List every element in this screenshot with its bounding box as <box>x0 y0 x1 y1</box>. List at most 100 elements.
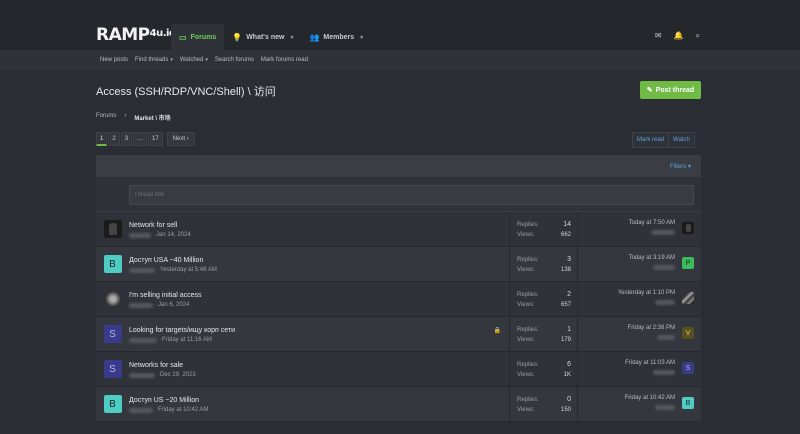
thread-main-cell: Looking for targets/ищу корп сети · Frida… <box>129 317 509 351</box>
page-3[interactable]: 3 <box>120 132 133 146</box>
post-thread-button[interactable]: ✎ Post thread <box>640 81 701 99</box>
bell-icon[interactable]: 🔔 <box>674 31 684 41</box>
last-post-date[interactable]: Friday at 10:42 AM <box>578 395 675 401</box>
avatar[interactable] <box>103 220 122 238</box>
thread-start-date[interactable]: Jan 6, 2024 <box>158 302 189 308</box>
thread-title[interactable]: Доступ USA ~40 Million <box>129 257 509 264</box>
thread-row[interactable]: Network for sell · Jan 14, 2024 Replies: 14… <box>96 212 701 247</box>
thread-title-input[interactable] <box>129 185 694 205</box>
thread-list-actions: Mark read Watch <box>632 132 695 148</box>
subnav-item-new-posts[interactable]: New posts <box>100 57 128 63</box>
thread-row[interactable]: S Looking for targets/ищу корп сети · Frid… <box>96 317 701 352</box>
views-count: 138 <box>560 267 571 273</box>
page-ellipsis: … <box>133 132 148 146</box>
thread-main-cell: Networks for sale · Dec 29, 2023 <box>129 352 509 386</box>
views-stat: Views: 150 <box>517 405 571 415</box>
subnav-item-find-threads[interactable]: Find threads ▾ <box>135 57 173 63</box>
nav-tab-members[interactable]: 👥 Members ▾ <box>301 24 371 50</box>
views-stat: Views: 657 <box>517 300 571 310</box>
chevron-down-icon[interactable]: ▾ <box>360 34 363 41</box>
breadcrumb-market[interactable]: Market \ 市场 <box>134 113 170 122</box>
last-post-date[interactable]: Today at 3:19 AM <box>578 255 675 261</box>
thread-row[interactable]: B Доступ USA ~40 Million · Yesterday at 5:… <box>96 247 701 282</box>
search-icon[interactable]: ⌕ <box>696 31 700 41</box>
last-poster-redacted[interactable] <box>657 335 675 340</box>
last-poster-avatar[interactable] <box>682 292 694 304</box>
avatar[interactable]: B <box>103 255 122 273</box>
subnav-item-watched[interactable]: Watched ▾ <box>180 57 208 63</box>
replies-count: 14 <box>563 221 571 228</box>
avatar[interactable]: B <box>103 395 122 413</box>
nav-tab-forums[interactable]: ▭ Forums <box>171 24 225 50</box>
subnav-item-search-forums[interactable]: Search forums <box>215 57 254 63</box>
breadcrumb-forums[interactable]: Forums <box>96 113 116 122</box>
thread-start-date[interactable]: Jan 14, 2024 <box>156 232 191 238</box>
author-name-redacted[interactable] <box>129 337 157 343</box>
last-poster-redacted[interactable] <box>655 300 675 305</box>
replies-label: Replies: <box>517 222 539 228</box>
thread-title[interactable]: Доступ US ~20 Million <box>129 397 509 404</box>
author-name-redacted[interactable] <box>129 302 153 308</box>
last-poster-avatar[interactable] <box>682 222 694 234</box>
subnav-item-mark-forums-read[interactable]: Mark forums read <box>261 57 308 63</box>
thread-start-date[interactable]: Dec 29, 2023 <box>160 372 196 378</box>
views-stat: Views: 179 <box>517 335 571 345</box>
author-name-redacted[interactable] <box>129 407 153 413</box>
thread-stats-cell: Replies: 3 Views: 138 <box>509 247 577 281</box>
thread-row[interactable]: I'm selling initial access · Jan 6, 2024 R… <box>96 282 701 317</box>
last-poster-avatar[interactable]: B <box>682 397 694 409</box>
thread-title[interactable]: Network for sell <box>129 222 509 229</box>
thread-avatar-cell: B <box>96 247 129 281</box>
thread-main-cell: Network for sell · Jan 14, 2024 <box>129 212 509 246</box>
last-poster-avatar[interactable]: S <box>682 362 694 374</box>
last-post-info: Today at 3:19 AM <box>578 255 675 281</box>
last-post-date[interactable]: Friday at 2:38 PM <box>578 325 675 331</box>
thread-title[interactable]: Looking for targets/ищу корп сети <box>129 327 509 334</box>
last-poster-redacted[interactable] <box>653 265 675 270</box>
thread-row[interactable]: S Networks for sale · Dec 29, 2023 Replies:… <box>96 352 701 387</box>
site-logo[interactable]: RAMP4u.io <box>96 25 176 45</box>
subnav-item-label: Search forums <box>214 57 254 63</box>
thread-avatar-cell <box>96 282 129 316</box>
page-1[interactable]: 1 <box>96 132 108 146</box>
next-page-button[interactable]: Next › <box>166 132 195 146</box>
last-poster-avatar[interactable]: V <box>682 327 694 339</box>
subnav-item-label: Watched <box>179 57 204 63</box>
author-name-redacted[interactable] <box>129 232 151 238</box>
thread-start-date[interactable]: Friday at 10:42 AM <box>158 407 208 413</box>
subnav-item-label: Mark forums read <box>260 57 308 63</box>
thread-title[interactable]: I'm selling initial access <box>129 292 509 299</box>
thread-row[interactable]: B Доступ US ~20 Million · Friday at 10:42 … <box>96 387 701 422</box>
replies-stat: Replies: 14 <box>517 220 571 230</box>
thread-rows: Network for sell · Jan 14, 2024 Replies: 14… <box>96 212 701 422</box>
thread-title[interactable]: Networks for sale <box>129 362 509 369</box>
author-name-redacted[interactable] <box>129 267 155 273</box>
filters-button[interactable]: Filters ▾ <box>670 163 691 170</box>
page-2[interactable]: 2 <box>108 132 120 146</box>
last-poster-avatar-cell <box>675 290 701 316</box>
thread-start-date[interactable]: Yesterday at 5:48 AM <box>160 267 217 273</box>
breadcrumb: Forums › Market \ 市场 <box>96 113 171 122</box>
last-poster-redacted[interactable] <box>653 370 675 375</box>
last-post-date[interactable]: Today at 7:50 AM <box>578 220 675 226</box>
chevron-down-icon[interactable]: ▾ <box>290 34 293 41</box>
last-poster-avatar[interactable]: P <box>682 257 694 269</box>
thread-start-date[interactable]: Friday at 11:16 AM <box>162 337 212 343</box>
nav-tab-what-s-new[interactable]: 💡 What's new ▾ <box>224 24 301 50</box>
last-poster-redacted[interactable] <box>651 230 675 235</box>
avatar[interactable] <box>103 290 122 308</box>
page-17[interactable]: 17 <box>148 132 163 146</box>
last-poster-redacted[interactable] <box>655 405 675 410</box>
inbox-icon[interactable]: ✉ <box>655 31 662 41</box>
replies-stat: Replies: 6 <box>517 360 571 370</box>
author-name-redacted[interactable] <box>129 372 155 378</box>
thread-list: Filters ▾ Network for sell · Jan 14, 2024… <box>96 155 701 422</box>
site-header: RAMP4u.io ▭ Forums 💡 What's new ▾ 👥 Members ▾ ✉… <box>0 0 800 50</box>
avatar[interactable]: S <box>103 360 122 378</box>
mark-read-button[interactable]: Mark read <box>633 133 669 147</box>
last-post-date[interactable]: Yesterday at 1:10 PM <box>578 290 675 296</box>
watch-button[interactable]: Watch <box>668 133 694 147</box>
last-post-date[interactable]: Friday at 11:03 AM <box>578 360 675 366</box>
avatar[interactable]: S <box>103 325 122 343</box>
last-post-cell: Today at 7:50 AM <box>577 212 701 246</box>
